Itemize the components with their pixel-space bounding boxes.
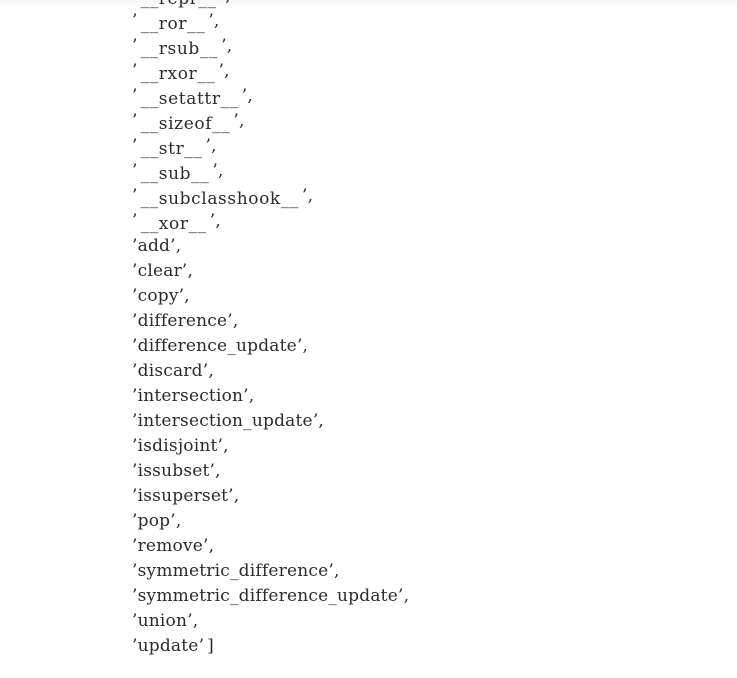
attribute-name: __subclasshook__ bbox=[140, 189, 300, 209]
attribute-name: pop bbox=[137, 511, 171, 531]
repr-line: ’issubset’, bbox=[132, 459, 732, 484]
list-separator: , bbox=[217, 161, 224, 181]
list-separator: , bbox=[211, 136, 217, 156]
repr-line: ’ __rxor__’, bbox=[132, 59, 732, 84]
list-separator: , bbox=[233, 486, 240, 506]
repr-line: ’copy’, bbox=[132, 284, 732, 309]
quote-open: ’ bbox=[132, 11, 138, 31]
attribute-name: symmetric_difference bbox=[137, 561, 329, 581]
attribute-name: __rsub__ bbox=[140, 39, 219, 59]
repr-line: ’symmetric_difference’, bbox=[132, 559, 732, 584]
attribute-name: isdisjoint bbox=[137, 436, 218, 456]
list-separator: , bbox=[333, 561, 340, 581]
attribute-name: clear bbox=[137, 261, 182, 281]
page-root: ’__repr__’,’__ror__’,’__rsub__’,’__rxor_… bbox=[0, 0, 737, 678]
attribute-name: update bbox=[137, 636, 199, 656]
quote-open: ’ bbox=[132, 61, 138, 81]
quote-open: ’ bbox=[132, 211, 138, 231]
list-separator: , bbox=[248, 386, 255, 406]
attribute-name: __ror__ bbox=[140, 14, 206, 34]
repr-line: ’isdisjoint’, bbox=[132, 434, 732, 459]
attribute-name: issubset bbox=[137, 461, 210, 481]
list-separator: , bbox=[208, 361, 214, 381]
quote-open: ’ bbox=[132, 86, 138, 106]
repr-line: ’remove’, bbox=[132, 534, 732, 559]
attribute-name: remove bbox=[137, 536, 204, 556]
quote-open: ’ bbox=[132, 136, 138, 156]
attribute-name: __sizeof__ bbox=[140, 114, 231, 134]
attribute-name: __repr__ bbox=[141, 0, 217, 12]
repr-line: ’difference_update’, bbox=[132, 334, 732, 359]
repr-line: ’ __sizeof__’, bbox=[132, 109, 732, 134]
repr-line: ’update’] bbox=[132, 634, 732, 659]
repr-line: ’union’, bbox=[132, 609, 732, 634]
list-separator: , bbox=[232, 311, 239, 331]
list-separator: , bbox=[225, 0, 231, 6]
list-separator: , bbox=[192, 611, 199, 631]
repr-line: ’clear’, bbox=[132, 259, 732, 284]
attribute-name: __xor__ bbox=[140, 214, 207, 234]
closing-bracket: ] bbox=[207, 636, 215, 656]
quote-open: ’ bbox=[132, 36, 138, 56]
repr-line: ’add’, bbox=[132, 234, 732, 259]
repr-listing: ’__repr__’,’__ror__’,’__rsub__’,’__rxor_… bbox=[132, 0, 732, 659]
list-separator: , bbox=[302, 336, 309, 356]
quote-open: ’ bbox=[132, 111, 138, 131]
repr-line: ’ __sub__’, bbox=[132, 159, 732, 184]
list-separator: , bbox=[175, 511, 182, 531]
attribute-name: __str__ bbox=[140, 139, 203, 159]
list-separator: , bbox=[247, 86, 253, 106]
repr-line: ’ __xor__’, bbox=[132, 209, 732, 234]
attribute-name: symmetric_difference_update bbox=[137, 586, 398, 606]
repr-line: ’pop’, bbox=[132, 509, 732, 534]
attribute-name: __sub__ bbox=[140, 164, 210, 184]
attribute-name: copy bbox=[137, 286, 179, 306]
attribute-name: union bbox=[137, 611, 188, 631]
list-separator: , bbox=[213, 11, 220, 31]
list-separator: , bbox=[224, 61, 230, 81]
list-separator: , bbox=[215, 461, 221, 481]
repr-line: ’ __str__’, bbox=[132, 134, 732, 159]
list-separator: , bbox=[215, 211, 221, 231]
attribute-name: issuperset bbox=[137, 486, 229, 506]
repr-line: ’ __rsub__’, bbox=[132, 34, 732, 59]
quote-close: ’ bbox=[198, 636, 205, 656]
repr-line: ’ __ror__’, bbox=[132, 9, 732, 34]
attribute-name: intersection bbox=[137, 386, 244, 406]
attribute-name: __setattr__ bbox=[140, 89, 239, 109]
list-separator: , bbox=[307, 186, 314, 206]
list-separator: , bbox=[403, 586, 410, 606]
list-separator: , bbox=[184, 286, 190, 306]
list-separator: , bbox=[318, 411, 325, 431]
repr-line: ’discard’, bbox=[132, 359, 732, 384]
attribute-name: difference_update bbox=[137, 336, 297, 356]
repr-line: ’__repr__’, bbox=[132, 0, 732, 9]
list-separator: , bbox=[226, 36, 233, 56]
repr-line: ’symmetric_difference_update’, bbox=[132, 584, 732, 609]
attribute-name: intersection_update bbox=[137, 411, 313, 431]
quote-open: ’ bbox=[132, 186, 138, 206]
list-separator: , bbox=[187, 261, 194, 281]
attribute-name: add bbox=[137, 236, 171, 256]
repr-line: ’ __setattr__’, bbox=[132, 84, 732, 109]
quote-open: ’ bbox=[132, 0, 138, 6]
attribute-name: difference bbox=[137, 311, 228, 331]
list-separator: , bbox=[223, 436, 229, 456]
quote-open: ’ bbox=[132, 161, 138, 181]
repr-line: ’issuperset’, bbox=[132, 484, 732, 509]
repr-line: ’intersection’, bbox=[132, 384, 732, 409]
repr-line: ’intersection_update’, bbox=[132, 409, 732, 434]
repr-line: ’difference’, bbox=[132, 309, 732, 334]
list-separator: , bbox=[238, 111, 245, 131]
repr-line: ’ __subclasshook__’, bbox=[132, 184, 732, 209]
list-separator: , bbox=[175, 236, 182, 256]
attribute-name: __rxor__ bbox=[140, 64, 216, 84]
attribute-name: discard bbox=[137, 361, 203, 381]
list-separator: , bbox=[208, 536, 215, 556]
